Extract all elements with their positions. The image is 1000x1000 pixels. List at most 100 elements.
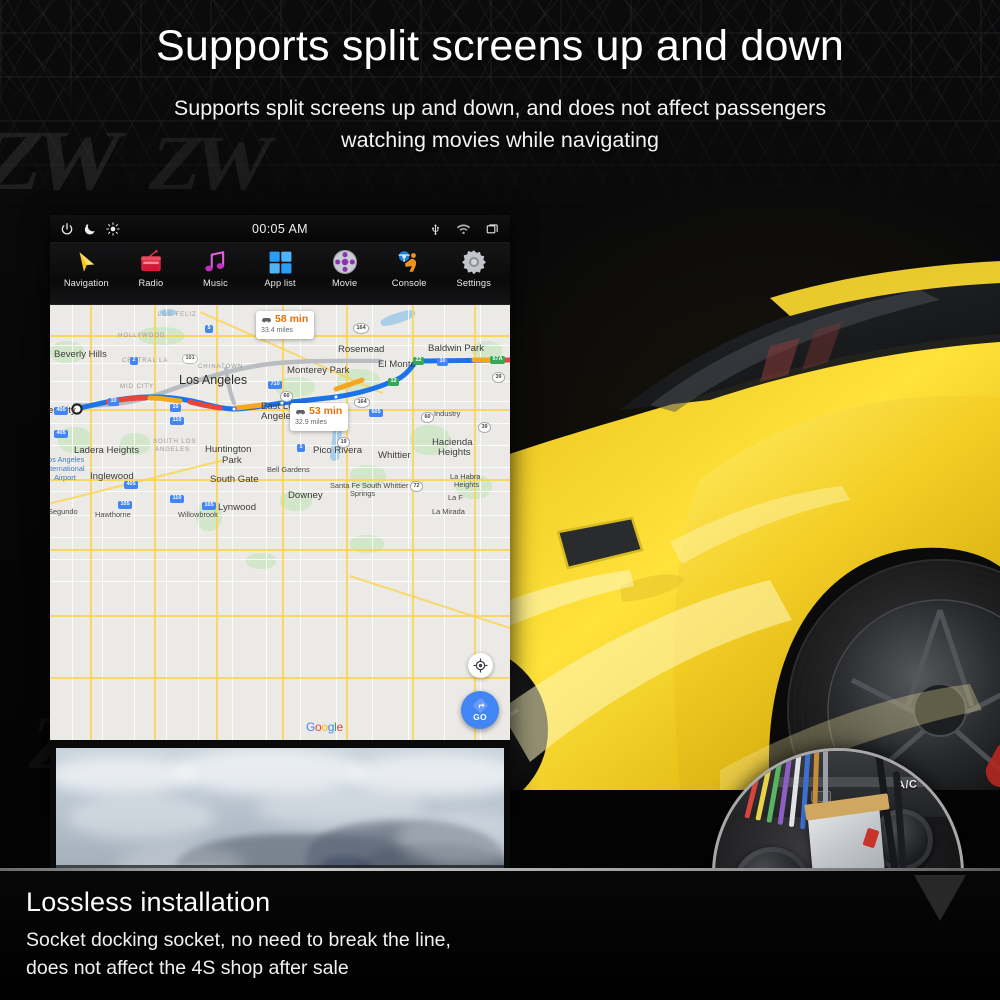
bottom-banner: Lossless installation Socket docking soc… [0,868,1000,1000]
music-note-icon [200,247,230,277]
map-label: CENTRAL LA [122,357,169,364]
highway-shield: 39 [492,372,506,383]
navigation-map[interactable]: LOS FELIZ HOLLYWOOD Beverly Hills CENTRA… [50,305,510,740]
highway-shield: 164 [354,397,371,408]
highway-shield: 2 [130,357,139,365]
app-movie[interactable]: Movie [312,247,377,288]
banner-top-line [0,868,1000,871]
app-launcher-row: Navigation Radio Music App list Movie Co… [50,243,510,305]
page-subtitle: Supports split screens up and down, and … [0,93,1000,155]
map-label: LOS FELIZ [158,311,197,318]
highway-shield: 10 [437,358,449,366]
highway-shield: 405 [124,481,139,489]
map-label: Huntington [205,444,252,455]
map-label: SOUTH LOS [153,438,197,445]
map-label: Baldwin Park [428,343,484,354]
night-mode-icon[interactable] [83,222,97,236]
highway-shield: 72 [410,481,424,492]
eta-distance: 32.9 miles [295,418,327,426]
map-label: Park [222,455,242,466]
status-bar: 00:05 AM [50,215,510,243]
highway-shield: 105 [202,502,217,510]
banner-arrow-decoration [914,875,966,921]
status-bar-left-icons [60,221,120,236]
highway-shield: 10 [170,404,182,412]
app-radio[interactable]: Radio [119,247,184,288]
car-head-unit[interactable]: 00:05 AM Navigation Radio Music App list… [50,215,510,1000]
gear-icon [459,247,489,277]
map-label: MID CITY [120,383,154,390]
car-icon [262,317,271,323]
highway-shield: 5 [297,444,306,452]
map-label: Bell Gardens [267,465,310,474]
app-app-list[interactable]: App list [248,247,313,288]
app-label: Music [203,278,228,288]
highway-shield: 101 [182,354,199,364]
highway-shield: 12 [388,378,400,386]
map-label: HOLLYWOOD [118,332,166,339]
go-button-label: GO [473,712,487,722]
banner-body: Socket docking socket, no need to break … [26,927,974,982]
map-label: Heights [438,447,471,458]
route-overlay [71,357,510,415]
map-label: Whittier [378,450,411,461]
map-label: Willowbrook [178,510,218,519]
radio-icon [136,247,166,277]
highway-shield: 710 [268,381,283,389]
google-logo: Google [306,720,343,734]
app-grid-icon [265,247,295,277]
app-console[interactable]: Console [377,247,442,288]
film-reel-icon [330,247,360,277]
map-label: nternational [50,464,85,473]
route-eta-card-1[interactable]: 58 min 33.4 miles [256,311,315,339]
app-label: Settings [456,278,491,288]
undo-arrow-icon[interactable] [473,758,492,777]
my-location-button[interactable] [468,653,493,678]
map-label: Springs [350,489,376,498]
map-label: Hawthorne [95,510,131,519]
app-label: Radio [138,278,164,288]
brightness-icon[interactable] [106,221,120,236]
subtitle-line-1: Supports split screens up and down, and … [173,96,827,121]
highway-shield: 405 [54,407,69,415]
highway-shield: 39 [478,422,492,433]
map-label: ANGELES [155,446,191,453]
app-settings[interactable]: Settings [441,247,506,288]
map-label: Monterey Park [287,365,350,376]
status-bar-right-icons [429,222,500,236]
recent-apps-icon[interactable] [485,222,500,236]
go-button[interactable]: GO [461,691,499,729]
car-icon [296,409,305,415]
highway-shield: 110 [170,417,184,425]
route-eta-card-2[interactable]: 53 min 32.9 miles [290,403,349,431]
highway-shield: 605 [369,409,384,417]
highway-shield: 5 [205,325,214,333]
navigation-arrow-icon [71,247,101,277]
eta-duration: 53 min [309,405,343,417]
eta-distance: 33.4 miles [261,326,293,334]
map-label: os Angeles [50,455,85,464]
map-label: Rosemead [338,344,385,355]
app-navigation[interactable]: Navigation [54,247,119,288]
power-icon[interactable] [60,222,74,236]
map-label: Lynwood [218,502,257,513]
highway-shield: 57A [490,356,506,364]
app-label: Console [391,278,427,288]
app-label: App list [264,278,296,288]
banner-line-2: does not affect the 4S shop after sale [26,956,349,979]
my-location-icon [473,658,488,673]
highway-shield: 60 [280,391,294,402]
steering-wheel-driver-icon [394,247,424,277]
highway-shield: 405 [54,430,69,438]
app-label: Navigation [63,278,109,288]
map-label: South Gate [210,474,259,485]
page-title: Supports split screens up and down [155,22,845,70]
app-music[interactable]: Music [183,247,248,288]
highway-shield: 164 [353,323,370,334]
wifi-icon [456,224,471,235]
highway-shield: 10 [108,398,120,406]
map-label: El Monte [378,359,416,370]
map-label: Beverly Hills [54,349,107,360]
banner-title: Lossless installation [26,887,271,917]
headings-block: Supports split screens up and down Suppo… [0,22,1000,156]
